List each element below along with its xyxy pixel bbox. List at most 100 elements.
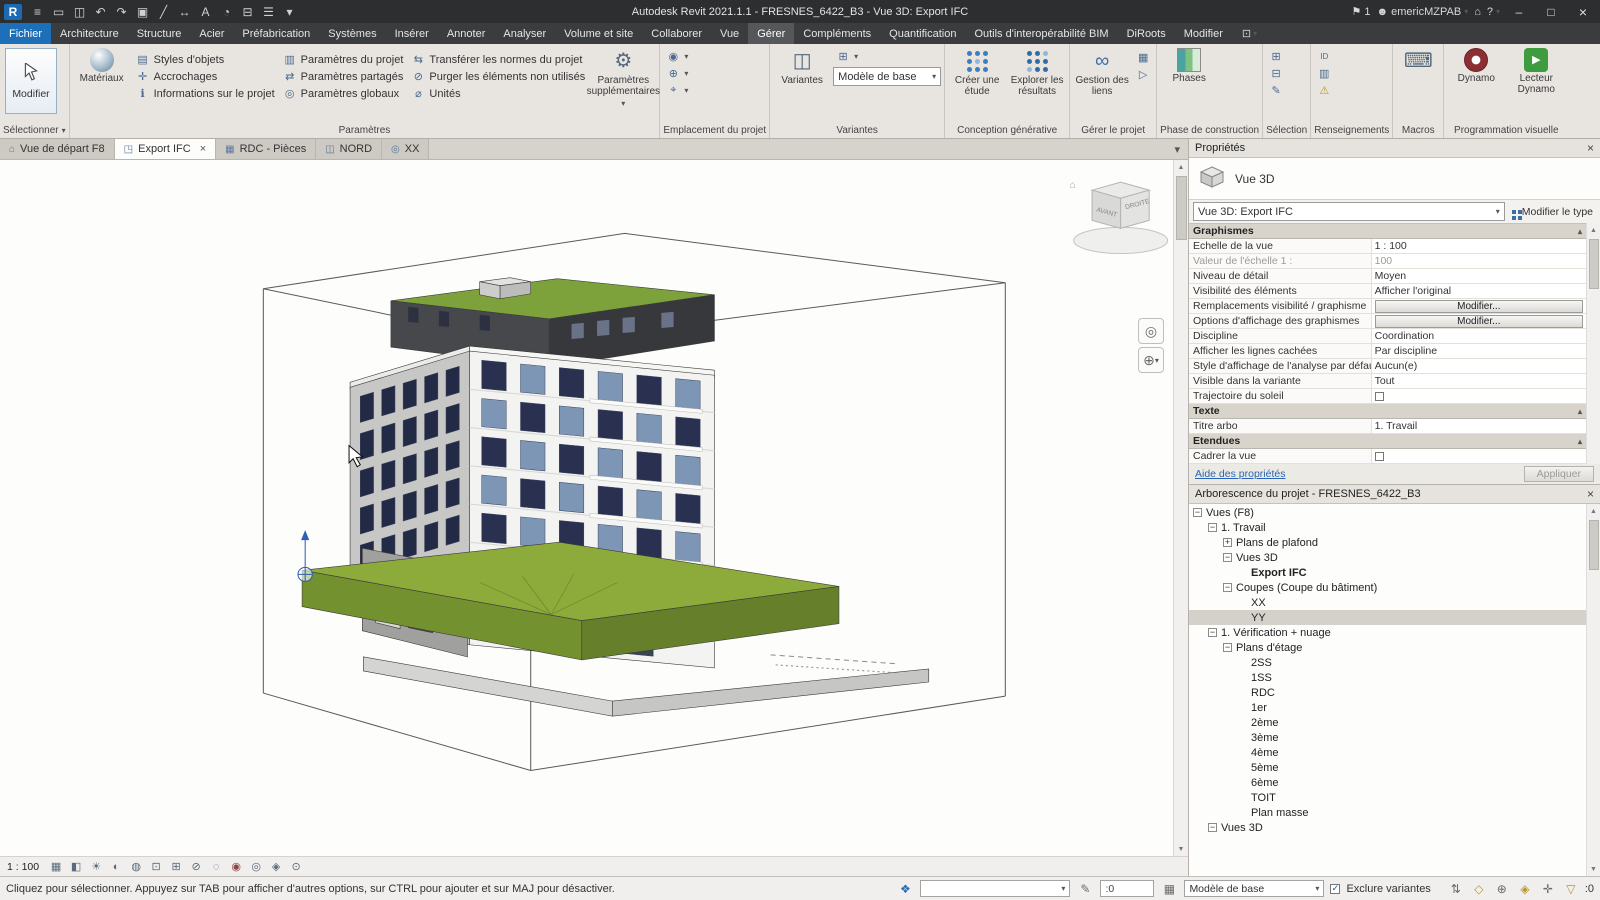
phases-button[interactable]: Phases xyxy=(1160,45,1218,87)
notifications-icon[interactable]: ⚑1 xyxy=(1352,5,1371,18)
project-browser-header[interactable]: Arborescence du projet - FRESNES_6422_B3… xyxy=(1189,485,1600,504)
property-value[interactable]: Modifier... Modifier... xyxy=(1372,314,1586,328)
drag-on-selection-toggle-icon[interactable]: ✛ xyxy=(1539,882,1557,896)
scroll-down-icon[interactable]: ▼ xyxy=(1587,862,1600,876)
expand-toggle-icon[interactable]: − xyxy=(1208,523,1217,532)
apply-button[interactable]: Appliquer xyxy=(1524,466,1594,482)
app-store-icon[interactable]: ⌂ xyxy=(1474,6,1481,18)
drawing-area[interactable]: ⌂ AVANT DROITE ◎ ⊕▾ ▲ xyxy=(0,160,1188,856)
materials-button[interactable]: Matériaux xyxy=(73,45,131,87)
select-links-toggle-icon[interactable]: ◇ xyxy=(1470,882,1488,896)
panel-label-select[interactable]: Sélectionner▾ xyxy=(3,123,66,138)
zoom-tool-icon[interactable]: ⊕▾ xyxy=(1138,347,1164,373)
close-button[interactable]: × xyxy=(1570,3,1596,21)
purge-unused-button[interactable]: ⊘Purger les éléments non utilisés xyxy=(408,68,588,85)
property-row[interactable]: Etendues xyxy=(1189,434,1586,449)
save-selection-button[interactable]: ⊞ xyxy=(1266,48,1286,65)
minimize-button[interactable]: – xyxy=(1506,3,1532,21)
units-button[interactable]: ⌀Unités xyxy=(408,85,588,102)
spot-elevation-marker[interactable] xyxy=(298,530,312,581)
canvas-scrollbar[interactable]: ▲ ▼ xyxy=(1173,160,1188,856)
ribbon-display-toggle[interactable]: ⊡▾ xyxy=(1236,23,1263,44)
scroll-up-icon[interactable]: ▲ xyxy=(1587,504,1600,518)
default-3d-view-icon[interactable]: ◔ xyxy=(217,3,236,21)
tree-item[interactable]: − Vues (F8) xyxy=(1189,505,1586,520)
design-options-icon[interactable]: ▦ xyxy=(1160,882,1178,896)
detail-level-icon[interactable]: ▦ xyxy=(47,859,65,875)
global-parameters-button[interactable]: ◎Paramètres globaux xyxy=(280,85,407,102)
exclude-options-checkbox[interactable]: ✓ xyxy=(1330,884,1340,894)
ribbon-tab[interactable]: Préfabrication xyxy=(233,23,319,44)
expand-toggle-icon[interactable]: + xyxy=(1223,538,1232,547)
ribbon-tab[interactable]: Fichier xyxy=(0,23,51,44)
measure-icon[interactable]: ╱ xyxy=(154,3,173,21)
property-row[interactable]: Options d'affichage des graphismes Modif… xyxy=(1189,314,1586,329)
view-tab[interactable]: ◳ Export IFC × xyxy=(115,139,216,159)
tree-item[interactable]: YY xyxy=(1189,610,1586,625)
type-selector[interactable]: Vue 3D: Export IFC ▾ xyxy=(1193,202,1505,221)
view-tab[interactable]: ⌂ Vue de départ F8 × xyxy=(0,139,115,159)
pick-to-edit-button[interactable]: ⊞▾ xyxy=(833,49,941,63)
select-underlay-toggle-icon[interactable]: ⊕ xyxy=(1493,882,1511,896)
redo-icon[interactable]: ↷ xyxy=(112,3,131,21)
viewcube-home-icon[interactable]: ⌂ xyxy=(1070,180,1076,191)
shared-parameters-button[interactable]: ⇄Paramètres partagés xyxy=(280,68,407,85)
worksets-select[interactable]: ▾ xyxy=(920,880,1070,897)
properties-help-link[interactable]: Aide des propriétés xyxy=(1195,468,1285,480)
shadows-icon[interactable]: ◐ xyxy=(107,859,125,875)
object-styles-button[interactable]: ▤Styles d'objets xyxy=(133,51,278,68)
crop-view-icon[interactable]: ⊡ xyxy=(147,859,165,875)
tree-item[interactable]: − Plans d'étage xyxy=(1189,640,1586,655)
scrollbar-thumb[interactable] xyxy=(1589,520,1599,570)
property-value[interactable]: 1 : 100 1 : 100 xyxy=(1372,239,1586,253)
navigation-wheel-icon[interactable]: ◎ xyxy=(1138,318,1164,344)
expand-toggle-icon[interactable]: − xyxy=(1193,508,1202,517)
properties-scrollbar[interactable]: ▲ xyxy=(1586,223,1600,464)
value-checkbox[interactable] xyxy=(1375,392,1384,401)
position-button[interactable]: ⌖▾ xyxy=(663,82,691,99)
property-row[interactable]: Afficher les lignes cachées Par discipli… xyxy=(1189,344,1586,359)
ribbon-tab[interactable]: Volume et site xyxy=(555,23,642,44)
section-icon[interactable]: ⊟ xyxy=(238,3,257,21)
manage-links-button[interactable]: ∞ Gestion des liens xyxy=(1073,45,1131,100)
property-row[interactable]: Titre arbo 1. Travail 1. Travail xyxy=(1189,419,1586,434)
scrollbar-thumb[interactable] xyxy=(1176,176,1187,240)
ribbon-tab[interactable]: Collaborer xyxy=(642,23,711,44)
project-parameters-button[interactable]: ▥Paramètres du projet xyxy=(280,51,407,68)
property-row[interactable]: Remplacements visibilité / graphisme Mod… xyxy=(1189,299,1586,314)
warnings-button[interactable]: ⚠ xyxy=(1314,82,1334,99)
ribbon-tab[interactable]: Systèmes xyxy=(319,23,385,44)
qat-customize-icon[interactable]: ▾ xyxy=(280,3,299,21)
ribbon-tab[interactable]: Structure xyxy=(128,23,191,44)
editing-requests-icon[interactable]: ✎ xyxy=(1076,882,1094,896)
temporary-hide-icon[interactable]: ◌ xyxy=(207,859,225,875)
ribbon-tab[interactable]: Analyser xyxy=(494,23,555,44)
close-icon[interactable]: × xyxy=(1587,487,1594,501)
reveal-hidden-icon[interactable]: ◉ xyxy=(227,859,245,875)
property-row[interactable]: Niveau de détail Moyen Moyen xyxy=(1189,269,1586,284)
dynamo-player-button[interactable]: ▶ Lecteur Dynamo xyxy=(1507,45,1565,98)
tree-item[interactable]: Export IFC xyxy=(1189,565,1586,580)
property-value[interactable]: Coordination Coordination xyxy=(1372,329,1586,343)
tree-item[interactable]: − 1. Vérification + nuage xyxy=(1189,625,1586,640)
expand-toggle-icon[interactable]: − xyxy=(1223,583,1232,592)
create-study-button[interactable]: Créer une étude xyxy=(948,45,1006,100)
tree-item[interactable]: − 1. Travail xyxy=(1189,520,1586,535)
maximize-button[interactable]: □ xyxy=(1538,3,1564,21)
revit-logo[interactable]: R xyxy=(4,4,22,20)
user-account[interactable]: ☻emericMZPAB▾ xyxy=(1377,6,1469,18)
viewcube[interactable]: ⌂ AVANT DROITE xyxy=(1070,180,1168,253)
property-row[interactable]: Discipline Coordination Coordination xyxy=(1189,329,1586,344)
3d-view[interactable]: ⌂ AVANT DROITE xyxy=(0,160,1188,856)
tree-item[interactable]: 3ème xyxy=(1189,730,1586,745)
expand-toggle-icon[interactable]: − xyxy=(1208,628,1217,637)
aligned-dimension-icon[interactable]: ↔ xyxy=(175,3,194,21)
lock-view-icon[interactable]: ⊘ xyxy=(187,859,205,875)
view-tab[interactable]: ◫ NORD × xyxy=(316,139,382,159)
property-row[interactable]: Cadrer la vue xyxy=(1189,449,1586,464)
save-icon[interactable]: ◫ xyxy=(70,3,89,21)
app-menu-icon[interactable]: ≡ xyxy=(28,3,47,21)
ribbon-tab[interactable]: Insérer xyxy=(386,23,438,44)
ribbon-tab[interactable]: Vue xyxy=(711,23,748,44)
load-selection-button[interactable]: ⊟ xyxy=(1266,65,1286,82)
